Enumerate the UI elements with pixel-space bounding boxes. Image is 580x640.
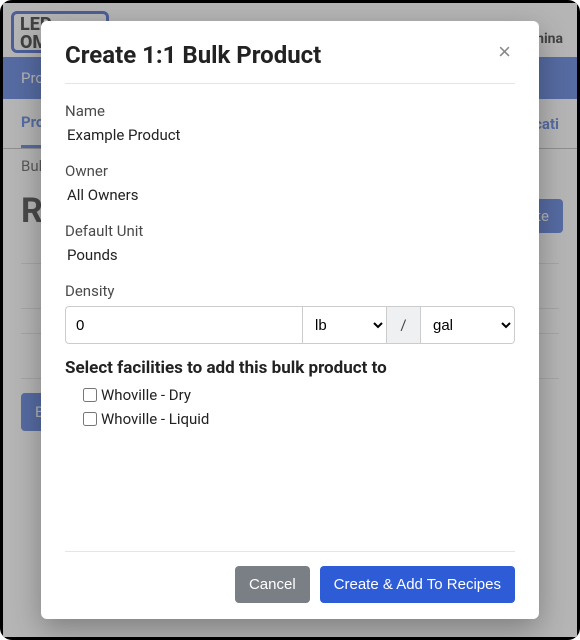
default-unit-value: Pounds — [67, 246, 515, 264]
default-unit-label: Default Unit — [65, 222, 515, 240]
owner-value: All Owners — [67, 186, 515, 204]
modal-footer: Cancel Create & Add To Recipes — [65, 551, 515, 603]
facilities-heading: Select facilities to add this bulk produ… — [65, 358, 515, 378]
facility-checkbox-liquid[interactable] — [83, 412, 97, 426]
close-icon[interactable]: × — [494, 41, 515, 63]
create-add-button[interactable]: Create & Add To Recipes — [320, 566, 515, 603]
density-row: lb / gal — [65, 306, 515, 344]
cancel-button[interactable]: Cancel — [235, 566, 310, 603]
modal-header: Create 1:1 Bulk Product × — [65, 41, 515, 84]
density-mass-select[interactable]: lb — [303, 306, 387, 344]
facility-checkbox-dry[interactable] — [83, 388, 97, 402]
density-volume-select[interactable]: gal — [421, 306, 515, 344]
owner-label: Owner — [65, 162, 515, 180]
facility-label: Whoville - Dry — [101, 386, 191, 404]
facility-row[interactable]: Whoville - Liquid — [83, 410, 515, 428]
density-separator: / — [387, 306, 421, 344]
density-label: Density — [65, 282, 515, 300]
create-bulk-product-modal: Create 1:1 Bulk Product × Name Example P… — [41, 21, 539, 619]
name-value: Example Product — [67, 126, 515, 144]
density-input[interactable] — [65, 306, 303, 344]
modal-body: Name Example Product Owner All Owners De… — [65, 84, 515, 551]
modal-title: Create 1:1 Bulk Product — [65, 41, 321, 69]
name-label: Name — [65, 102, 515, 120]
facility-label: Whoville - Liquid — [101, 410, 209, 428]
facility-row[interactable]: Whoville - Dry — [83, 386, 515, 404]
